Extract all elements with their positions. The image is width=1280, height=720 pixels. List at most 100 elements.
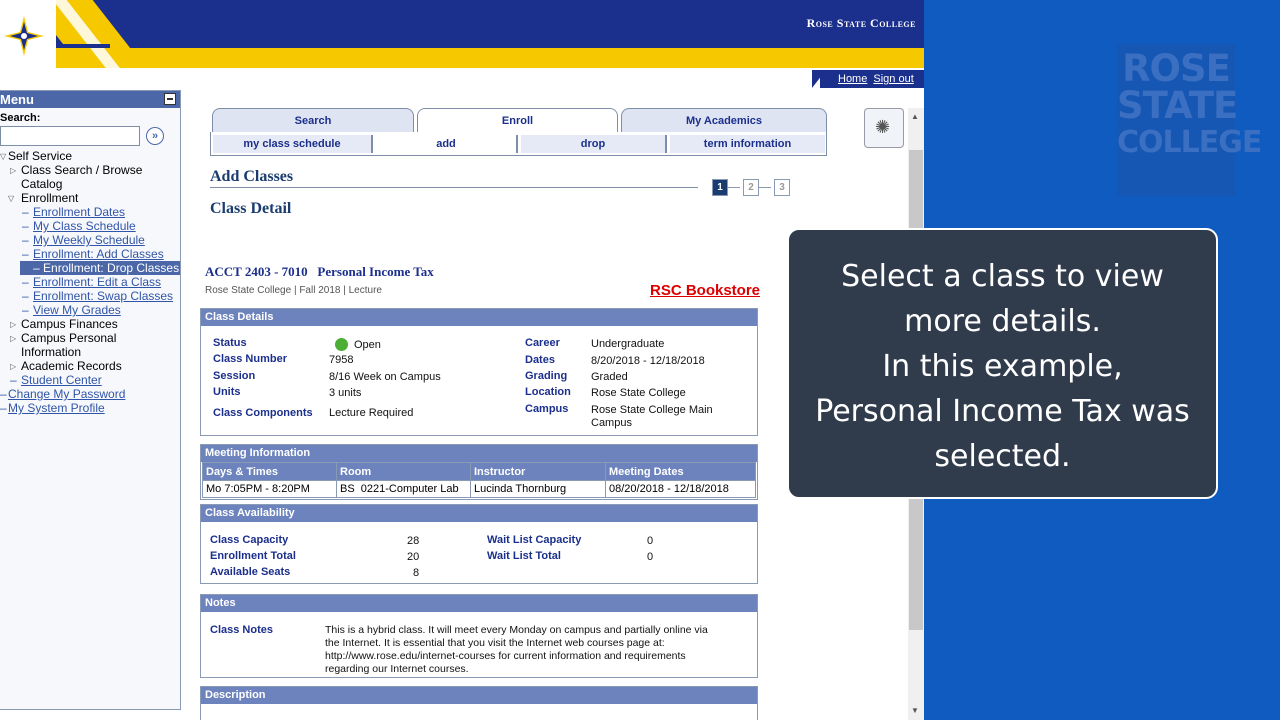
- status-value: Open: [335, 338, 381, 351]
- menu-item-enrollment[interactable]: ▽ Enrollment: [0, 191, 180, 205]
- menu-tree: ▽ Self Service ▷ Class Search / Browse Cat…: [0, 149, 180, 415]
- menu-item-academic-records[interactable]: ▷ Academic Records: [0, 359, 180, 373]
- components-label: Class Components: [213, 407, 313, 419]
- menu-item-my-weekly-schedule[interactable]: – My Weekly Schedule: [0, 233, 180, 247]
- dates-value: 8/20/2018 - 12/18/2018: [591, 355, 705, 367]
- grading-label: Grading: [525, 370, 568, 382]
- waitlist-total-value: 0: [647, 551, 654, 563]
- browser-viewport: Rose State College Home Sign out Menu Se…: [0, 0, 924, 720]
- units-value: 3 units: [329, 387, 362, 399]
- notes-section: Notes Class Notes This is a hybrid class…: [200, 594, 758, 678]
- meeting-room: BS 0221-Computer Lab: [336, 480, 471, 498]
- availability-heading: Class Availability: [201, 505, 757, 522]
- menu-item-swap-classes[interactable]: – Enrollment: Swap Classes: [0, 289, 180, 303]
- grading-value: Graded: [591, 371, 628, 383]
- loading-icon: ✺: [864, 108, 904, 148]
- column-instructor: Instructor: [470, 462, 606, 481]
- scroll-up-icon[interactable]: ▲: [911, 112, 919, 121]
- tab-my-academics[interactable]: My Academics: [621, 108, 827, 132]
- components-value: Lecture Required: [329, 407, 414, 419]
- rose-state-watermark-logo: ROSE STATE COLLEGE: [1117, 44, 1262, 196]
- step-2: 2: [743, 179, 759, 196]
- column-meeting-dates: Meeting Dates: [605, 462, 756, 481]
- open-status-icon: [335, 338, 348, 351]
- subtab-term-information[interactable]: term information: [670, 135, 825, 153]
- search-label: Search:: [0, 112, 41, 124]
- menu-title: Menu: [0, 92, 34, 107]
- description-section: Description: [200, 686, 758, 720]
- scroll-down-icon[interactable]: ▼: [911, 706, 919, 715]
- menu-item-personal-info[interactable]: ▷ Campus Personal Information: [0, 331, 130, 359]
- meeting-info-heading: Meeting Information: [201, 445, 757, 462]
- available-seats-value: 8: [413, 567, 420, 579]
- capacity-label: Class Capacity: [210, 534, 289, 546]
- session-value: 8/16 Week on Campus: [329, 371, 441, 383]
- menu-item-add-classes[interactable]: – Enrollment: Add Classes: [0, 247, 180, 261]
- subtab-bar: my class schedule add drop term informat…: [210, 132, 827, 156]
- class-number-label: Class Number: [213, 353, 287, 365]
- page-title: Add Classes: [210, 168, 294, 185]
- waitlist-total-label: Wait List Total: [487, 550, 561, 562]
- subtab-add[interactable]: add: [376, 135, 518, 153]
- meeting-instructor: Lucinda Thornburg: [470, 480, 606, 498]
- menu-item-edit-class[interactable]: – Enrollment: Edit a Class: [0, 275, 180, 289]
- bookstore-link[interactable]: RSC Bookstore: [650, 282, 760, 299]
- home-link[interactable]: Home: [838, 73, 867, 85]
- page-subtitle: Class Detail: [210, 200, 292, 217]
- menu-item-my-class-schedule[interactable]: – My Class Schedule: [0, 219, 180, 233]
- campus-value-line-2: Campus: [591, 417, 632, 429]
- course-meta: Rose State College | Fall 2018 | Lecture: [205, 285, 382, 296]
- meeting-info-section: Meeting Information Days & Times Room In…: [200, 444, 758, 500]
- tab-search[interactable]: Search: [212, 108, 414, 132]
- main-tabs: Search Enroll My Academics my class sche…: [210, 108, 830, 158]
- waitlist-capacity-value: 0: [647, 535, 654, 547]
- units-label: Units: [213, 386, 241, 398]
- meeting-table-header: Days & Times Room Instructor Meeting Dat…: [202, 462, 756, 481]
- capacity-value: 28: [407, 535, 420, 547]
- step-3: 3: [774, 179, 790, 196]
- left-menu: Menu Search: » ▽ Self Service ▷ Class Sear…: [0, 90, 181, 710]
- career-value: Undergraduate: [591, 338, 665, 350]
- collapse-icon[interactable]: [164, 93, 176, 105]
- top-links: Home Sign out: [820, 70, 924, 88]
- meeting-dates: 08/20/2018 - 12/18/2018: [605, 480, 756, 498]
- menu-item-campus-finances[interactable]: ▷ Campus Finances: [0, 317, 180, 331]
- status-label: Status: [213, 337, 247, 349]
- class-notes-label: Class Notes: [210, 624, 273, 636]
- menu-header: Menu: [0, 91, 180, 108]
- menu-search-input[interactable]: [0, 126, 140, 146]
- availability-section: Class Availability Class Capacity 28 Enr…: [200, 504, 758, 584]
- waitlist-capacity-label: Wait List Capacity: [487, 534, 582, 546]
- signout-link[interactable]: Sign out: [873, 73, 913, 85]
- class-number-value: 7958: [329, 354, 354, 366]
- subtab-drop[interactable]: drop: [521, 135, 667, 153]
- description-heading: Description: [201, 687, 757, 704]
- career-label: Career: [525, 337, 560, 349]
- menu-item-drop-classes[interactable]: – Enrollment: Drop Classes: [0, 261, 180, 275]
- search-go-button[interactable]: »: [146, 127, 164, 145]
- menu-item-class-search[interactable]: ▷ Class Search / Browse Catalog: [0, 163, 180, 191]
- available-seats-label: Available Seats: [210, 566, 291, 578]
- course-title: ACCT 2403 - 7010 Personal Income Tax: [205, 264, 434, 279]
- tab-enroll[interactable]: Enroll: [417, 108, 618, 132]
- menu-item-student-center[interactable]: – Student Center: [0, 373, 180, 387]
- college-logo: [0, 0, 56, 68]
- menu-item-system-profile[interactable]: – My System Profile: [0, 401, 180, 415]
- menu-item-view-grades[interactable]: – View My Grades: [0, 303, 180, 317]
- notes-heading: Notes: [201, 595, 757, 612]
- column-days-times: Days & Times: [202, 462, 337, 481]
- dates-label: Dates: [525, 354, 555, 366]
- class-notes-text: This is a hybrid class. It will meet eve…: [325, 624, 708, 675]
- class-details-section: Class Details Status Open Class Number 7…: [200, 308, 758, 436]
- location-label: Location: [525, 386, 571, 398]
- menu-item-self-service[interactable]: ▽ Self Service: [0, 149, 180, 163]
- menu-item-enrollment-dates[interactable]: – Enrollment Dates: [0, 205, 180, 219]
- star-logo-icon: [4, 16, 44, 56]
- meeting-table: Days & Times Room Instructor Meeting Dat…: [202, 462, 756, 498]
- menu-item-change-password[interactable]: – Change My Password: [0, 387, 180, 401]
- subtab-my-class-schedule[interactable]: my class schedule: [213, 135, 373, 153]
- enrollment-total-value: 20: [407, 551, 420, 563]
- enrollment-total-label: Enrollment Total: [210, 550, 296, 562]
- column-room: Room: [336, 462, 471, 481]
- campus-label: Campus: [525, 403, 569, 415]
